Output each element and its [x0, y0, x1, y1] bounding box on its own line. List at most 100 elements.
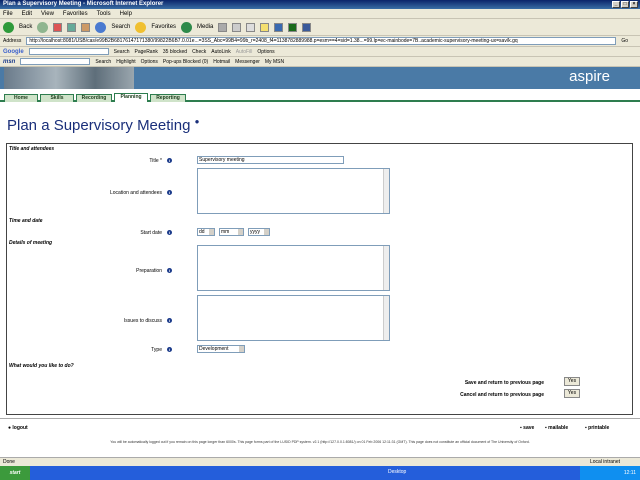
back-button[interactable]: Back	[19, 24, 32, 30]
close-button[interactable]: ×	[630, 1, 638, 8]
save-text: save	[523, 425, 535, 431]
info-icon[interactable]: ●	[195, 117, 200, 126]
scrollbar[interactable]	[383, 246, 389, 290]
go-button[interactable]: Go	[621, 38, 628, 44]
mymsn-button[interactable]: My MSN	[265, 59, 284, 65]
page-title: Plan a Supervisory Meeting ●	[7, 117, 199, 134]
preparation-textarea[interactable]	[197, 245, 390, 291]
type-select[interactable]: Development	[197, 345, 245, 353]
printable-text: printable	[588, 425, 610, 431]
popup-blocked-count[interactable]: 35 blocked	[163, 49, 187, 55]
type-label: Type	[151, 347, 162, 353]
autofill-button[interactable]: AutoFill	[236, 49, 253, 55]
msn-options-button[interactable]: Options	[141, 59, 158, 65]
menu-view[interactable]: View	[41, 9, 54, 18]
scrollbar[interactable]	[383, 169, 389, 213]
folder-icon[interactable]	[260, 22, 270, 32]
start-button[interactable]: start	[0, 466, 30, 480]
pagerank-indicator[interactable]: PageRank	[135, 49, 158, 55]
home-icon[interactable]	[81, 22, 91, 32]
title-input[interactable]: Supervisory meeting	[197, 156, 344, 164]
section-action: What would you like to do?	[9, 363, 74, 369]
msn-search-input[interactable]	[20, 58, 91, 65]
popups-blocked-button[interactable]: Pop-ups Blocked (0)	[163, 59, 208, 65]
logout-link[interactable]: ● logout	[8, 425, 28, 431]
main-content: Plan a Supervisory Meeting ● Title and a…	[0, 103, 640, 418]
logout-text: logout	[12, 425, 28, 431]
status-bar: Done Local intranet	[0, 457, 640, 466]
google-logo: Google	[3, 48, 24, 55]
mail-icon[interactable]	[232, 22, 242, 32]
favorites-icon[interactable]	[135, 21, 147, 33]
research-icon[interactable]	[302, 22, 312, 32]
title-bar: Plan a Supervisory Meeting - Microsoft I…	[0, 0, 640, 9]
google-search-input[interactable]	[28, 48, 109, 55]
preparation-label: Preparation	[136, 268, 162, 274]
save-link[interactable]: ▪ save	[520, 425, 534, 431]
menu-help[interactable]: Help	[120, 9, 132, 18]
type-info-icon[interactable]: i	[167, 347, 172, 352]
media-button[interactable]: Media	[197, 24, 213, 30]
cancel-return-yes-button[interactable]: Yes	[564, 389, 580, 398]
autolink-button[interactable]: AutoLink	[211, 49, 230, 55]
tab-home[interactable]: Home	[4, 94, 38, 102]
section-details: Details of meeting	[9, 240, 53, 246]
browser-window: Plan a Supervisory Meeting - Microsoft I…	[0, 0, 640, 480]
check-button[interactable]: Check	[192, 49, 206, 55]
messenger-button[interactable]: Messenger	[235, 59, 260, 65]
back-icon[interactable]	[3, 21, 14, 33]
msn-search-button[interactable]: Search	[95, 59, 111, 65]
favorites-button[interactable]: Favorites	[151, 24, 176, 30]
desktop-toolbar[interactable]: Desktop	[388, 469, 406, 475]
day-select[interactable]: dd	[197, 228, 215, 236]
print-icon[interactable]	[246, 22, 256, 32]
tab-reporting[interactable]: Reporting	[150, 94, 186, 102]
menu-edit[interactable]: Edit	[22, 9, 32, 18]
maximize-button[interactable]: □	[621, 1, 629, 8]
history-icon[interactable]	[218, 22, 228, 32]
word-icon[interactable]	[274, 22, 284, 32]
address-label: Address	[3, 38, 22, 44]
status-text: Done	[3, 459, 15, 465]
start-date-label: Start date	[140, 230, 162, 236]
menu-file[interactable]: File	[3, 9, 13, 18]
aspire-logo[interactable]: aspire	[569, 67, 610, 87]
hotmail-button[interactable]: Hotmail	[213, 59, 230, 65]
cancel-return-label: Cancel and return to previous page	[460, 392, 544, 398]
scrollbar[interactable]	[383, 296, 389, 340]
month-select[interactable]: mm	[219, 228, 244, 236]
media-icon[interactable]	[181, 21, 193, 33]
menu-tools[interactable]: Tools	[97, 9, 111, 18]
tab-recording[interactable]: Recording	[76, 94, 112, 102]
preparation-info-icon[interactable]: i	[167, 268, 172, 273]
clock: 12:11	[623, 470, 636, 476]
meeting-form: Title and attendees Title * i Supervisor…	[6, 143, 633, 415]
location-info-icon[interactable]: i	[167, 190, 172, 195]
year-select[interactable]: yyyy	[248, 228, 270, 236]
save-return-yes-button[interactable]: Yes	[564, 377, 580, 386]
issues-label: Issues to discuss	[123, 318, 162, 324]
issues-textarea[interactable]	[197, 295, 390, 341]
search-button[interactable]: Search	[111, 24, 130, 30]
location-textarea[interactable]	[197, 168, 390, 214]
messenger-icon[interactable]	[288, 22, 298, 32]
menu-favorites[interactable]: Favorites	[63, 9, 88, 18]
google-options-button[interactable]: Options	[257, 49, 274, 55]
printable-link[interactable]: ▪ printable	[585, 425, 609, 431]
issues-info-icon[interactable]: i	[167, 318, 172, 323]
highlight-button[interactable]: Highlight	[116, 59, 135, 65]
title-info-icon[interactable]: i	[167, 158, 172, 163]
address-input[interactable]: http://localhost:8081/USB/cas/e99B2B6817…	[26, 37, 617, 45]
page-footer-bar: ● logout ▪ save ▪ mailable ▪ printable	[0, 418, 640, 436]
forward-icon[interactable]	[37, 21, 49, 33]
search-icon[interactable]	[95, 21, 107, 33]
start-date-info-icon[interactable]: i	[167, 230, 172, 235]
mailable-link[interactable]: ▪ mailable	[545, 425, 568, 431]
google-search-button[interactable]: Search	[114, 49, 130, 55]
title-label: Title *	[149, 158, 162, 164]
minimize-button[interactable]: _	[612, 1, 620, 8]
refresh-icon[interactable]	[67, 22, 77, 32]
stop-icon[interactable]	[53, 22, 63, 32]
tab-planning[interactable]: Planning	[114, 93, 148, 102]
tab-skills[interactable]: Skills	[40, 94, 74, 102]
